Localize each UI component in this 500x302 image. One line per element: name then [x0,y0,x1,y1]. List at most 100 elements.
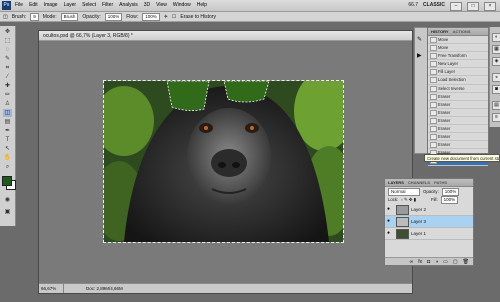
gradient-tool-icon[interactable]: ▤ [3,118,12,126]
mode-select[interactable]: Brush [60,12,79,21]
opacity-input[interactable]: 100% [104,12,123,21]
state-icon [430,93,437,100]
menu-edit[interactable]: Edit [29,0,38,11]
history-item-label: Eraser [438,109,451,115]
foreground-color-swatch[interactable] [2,176,12,186]
layer-opacity-input[interactable]: 100% [441,188,460,196]
history-item-label: Eraser [438,134,451,140]
adjustments-panel-icon[interactable]: ◒ [492,73,500,82]
styles-panel-icon[interactable]: ◈ [492,57,500,66]
menu-select[interactable]: Select [82,0,96,11]
layer-style-icon[interactable]: fx [418,258,422,265]
menu-3d[interactable]: 3D [144,0,150,11]
history-item[interactable]: Move [428,36,488,45]
state-icon [430,142,437,149]
maximize-icon[interactable]: □ [467,2,479,11]
history-item[interactable]: Eraser [428,93,488,101]
layer-row[interactable]: ● Layer 1 [385,228,473,240]
move-tool-icon[interactable]: ✥ [3,28,12,36]
visibility-eye-icon[interactable]: ● [387,231,390,236]
new-group-icon[interactable]: ▭ [443,258,448,265]
tab-paths[interactable]: PATHS [434,179,447,186]
layer-row[interactable]: ● Layer 2 [385,204,473,216]
image-canvas[interactable] [103,80,344,243]
menu-window[interactable]: Window [173,0,191,11]
flow-input[interactable]: 100% [142,12,160,21]
layer-thumbnail [396,217,409,227]
actions-icon[interactable]: ▶ [417,52,422,59]
history-item[interactable]: Eraser [428,109,488,117]
visibility-eye-icon[interactable]: ● [387,219,390,224]
path-select-tool-icon[interactable]: ↖ [3,145,12,153]
stamp-tool-icon[interactable]: ♙ [3,100,12,108]
menu-filter[interactable]: Filter [102,0,113,11]
document-tab[interactable]: ocultos.psd @ 66,7% (Layer 3, RGB/8) * [39,31,412,41]
marquee-tool-icon[interactable]: ⬚ [3,37,12,45]
doc-size-info[interactable]: Doc: 2,89M/4,66M [64,284,123,293]
color-panel-icon[interactable]: ◐ [492,33,500,42]
type-tool-icon[interactable]: T [3,136,12,144]
airbrush-icon[interactable]: ✈ [164,14,168,20]
menu-help[interactable]: Help [197,0,207,11]
healing-tool-icon[interactable]: ✚ [3,82,12,90]
brush-size-picker[interactable]: 9 [30,12,39,21]
history-item[interactable]: Select Inverse [428,85,488,93]
zoom-tool-icon[interactable]: ⌕ [3,163,12,171]
history-item[interactable]: Eraser [428,125,488,134]
zoom-readout[interactable]: 66,67% [39,284,64,293]
tab-history[interactable]: HISTORY [431,28,449,35]
add-mask-icon[interactable]: ◘ [427,258,430,265]
state-icon [430,134,437,141]
menu-file[interactable]: File [15,0,23,11]
history-item[interactable]: Fill Layer [428,68,488,77]
delete-layer-icon[interactable]: 🗑 [463,258,469,265]
history-item[interactable]: Load Selection [428,76,488,85]
screen-mode-icon[interactable]: ▣ [3,208,12,216]
masks-panel-icon[interactable]: ◙ [492,85,500,94]
pen-tool-icon[interactable]: ✒ [3,127,12,135]
visibility-eye-icon[interactable]: ● [387,207,390,212]
layers-panel-icon[interactable]: ▤ [492,101,500,110]
new-layer-icon[interactable]: ▢ [453,258,458,265]
tab-layers[interactable]: LAYERS [388,179,404,186]
tab-channels[interactable]: CHANNELS [408,179,430,186]
tools-panel: ✥ ⬚ ◌ ✎ ⌗ ⁄ ✚ ✏ ♙ ◫ ▤ ✒ T ↖ ✋ ⌕ ◉ ▣ [0,26,16,226]
lasso-tool-icon[interactable]: ◌ [3,46,12,54]
history-item[interactable]: Free Transform [428,52,488,61]
fill-input[interactable]: 100% [440,196,459,204]
workspace-label[interactable]: CLASSIC [423,0,445,11]
menu-layer[interactable]: Layer [64,0,77,11]
history-item[interactable]: Eraser [428,133,488,142]
close-icon[interactable]: × [484,2,496,11]
quick-select-tool-icon[interactable]: ✎ [3,55,12,63]
menu-view[interactable]: View [156,0,167,11]
tab-actions[interactable]: ACTIONS [453,28,471,35]
swatches-panel-icon[interactable]: ▦ [492,45,500,54]
erase-history-checkbox[interactable]: ☐ [172,14,176,20]
history-brush-icon[interactable]: ✎ [417,36,422,43]
layer-row-active[interactable]: ● Layer 3 [385,216,473,228]
minimize-icon[interactable]: – [450,2,462,11]
history-item[interactable]: Eraser [428,101,488,109]
channels-panel-icon[interactable]: ≡ [492,113,500,122]
eraser-tool-active-icon[interactable]: ◫ [3,109,12,117]
history-item[interactable]: Eraser [428,141,488,150]
layer-thumbnail [396,205,409,215]
brush-tool-icon[interactable]: ✏ [3,91,12,99]
history-item[interactable]: Move [428,44,488,53]
link-layers-icon[interactable]: ∞ [410,258,414,265]
history-item[interactable]: Eraser [428,117,488,126]
eyedropper-tool-icon[interactable]: ⁄ [3,73,12,81]
hand-tool-icon[interactable]: ✋ [3,154,12,162]
menu-analysis[interactable]: Analysis [119,0,138,11]
crop-tool-icon[interactable]: ⌗ [3,64,12,72]
blend-mode-select[interactable]: Normal [388,188,420,196]
history-item[interactable]: New Layer [428,60,488,69]
adjustment-layer-icon[interactable]: ◑ [435,258,438,265]
history-item-label: Fill Layer [438,69,455,75]
lock-pixels-icon[interactable]: ▫ ✎ ✥ ▮ [401,196,416,204]
eraser-tool-icon[interactable]: ◫ [3,14,8,20]
menu-image[interactable]: Image [44,0,58,11]
quick-mask-icon[interactable]: ◉ [3,196,12,204]
zoom-level[interactable]: 66.7 [408,0,418,11]
